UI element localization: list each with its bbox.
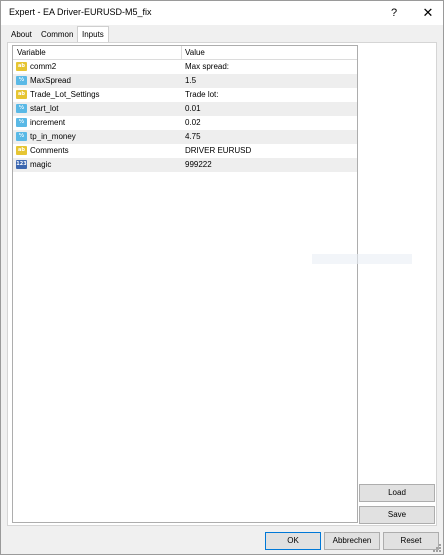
variable-name: Comments — [30, 146, 69, 155]
reset-button[interactable]: Reset — [383, 532, 439, 550]
resize-grip-icon[interactable] — [433, 544, 441, 552]
variable-name: Trade_Lot_Settings — [30, 90, 100, 99]
tab-common[interactable]: Common — [37, 28, 77, 41]
title-bar[interactable]: Expert - EA Driver-EURUSD-M5_fix ? ✕ — [1, 1, 443, 25]
help-button[interactable]: ? — [381, 3, 407, 23]
load-button[interactable]: Load — [359, 484, 435, 502]
v2-double-icon: ½ — [16, 132, 27, 141]
v2-double-icon: ½ — [16, 104, 27, 113]
table-row[interactable]: ab comm2 Max spread: — [13, 60, 357, 74]
table-header: Variable Value — [13, 46, 357, 60]
variable-value[interactable]: 999222 — [185, 159, 212, 171]
table-row[interactable]: ½ tp_in_money 4.75 — [13, 130, 357, 144]
variable-name: comm2 — [30, 62, 57, 71]
cancel-button[interactable]: Abbrechen — [324, 532, 380, 550]
v2-double-icon: ½ — [16, 76, 27, 85]
table-row[interactable]: 123 magic 999222 — [13, 158, 357, 172]
v2-double-icon: ½ — [16, 118, 27, 127]
ab-string-icon: ab — [16, 146, 27, 155]
tab-about[interactable]: About — [7, 28, 36, 41]
table-row[interactable]: ½ start_lot 0.01 — [13, 102, 357, 116]
variable-value[interactable]: DRIVER EURUSD — [185, 145, 251, 157]
variable-value[interactable]: 0.02 — [185, 117, 201, 129]
123-integer-icon: 123 — [16, 160, 27, 169]
column-divider[interactable] — [181, 46, 182, 59]
variable-name: magic — [30, 160, 52, 169]
inputs-panel: Variable Value ab comm2 Max spread: ½ Ma… — [7, 42, 437, 526]
table-row[interactable]: ab Trade_Lot_Settings Trade lot: — [13, 88, 357, 102]
variable-value[interactable]: 0.01 — [185, 103, 201, 115]
expert-properties-dialog: Expert - EA Driver-EURUSD-M5_fix ? ✕ Abo… — [0, 0, 444, 555]
variable-value[interactable]: 1.5 — [185, 75, 196, 87]
table-row[interactable]: ab Comments DRIVER EURUSD — [13, 144, 357, 158]
ab-string-icon: ab — [16, 62, 27, 71]
variable-name: increment — [30, 118, 66, 127]
variable-name: MaxSpread — [30, 76, 71, 85]
tab-inputs[interactable]: Inputs — [77, 26, 109, 43]
variable-value[interactable]: Trade lot: — [185, 89, 219, 101]
column-header-value[interactable]: Value — [185, 47, 205, 59]
close-button[interactable]: ✕ — [415, 3, 441, 23]
table-row[interactable]: ½ increment 0.02 — [13, 116, 357, 130]
column-header-variable[interactable]: Variable — [17, 47, 46, 59]
inputs-table: Variable Value ab comm2 Max spread: ½ Ma… — [12, 45, 358, 523]
variable-name: start_lot — [30, 104, 59, 113]
variable-name: tp_in_money — [30, 132, 76, 141]
window-title: Expert - EA Driver-EURUSD-M5_fix — [9, 7, 152, 17]
table-row[interactable]: ½ MaxSpread 1.5 — [13, 74, 357, 88]
ok-button[interactable]: OK — [265, 532, 321, 550]
drag-ghost — [312, 254, 412, 264]
ab-string-icon: ab — [16, 90, 27, 99]
variable-value[interactable]: Max spread: — [185, 61, 229, 73]
save-button[interactable]: Save — [359, 506, 435, 524]
variable-value[interactable]: 4.75 — [185, 131, 201, 143]
